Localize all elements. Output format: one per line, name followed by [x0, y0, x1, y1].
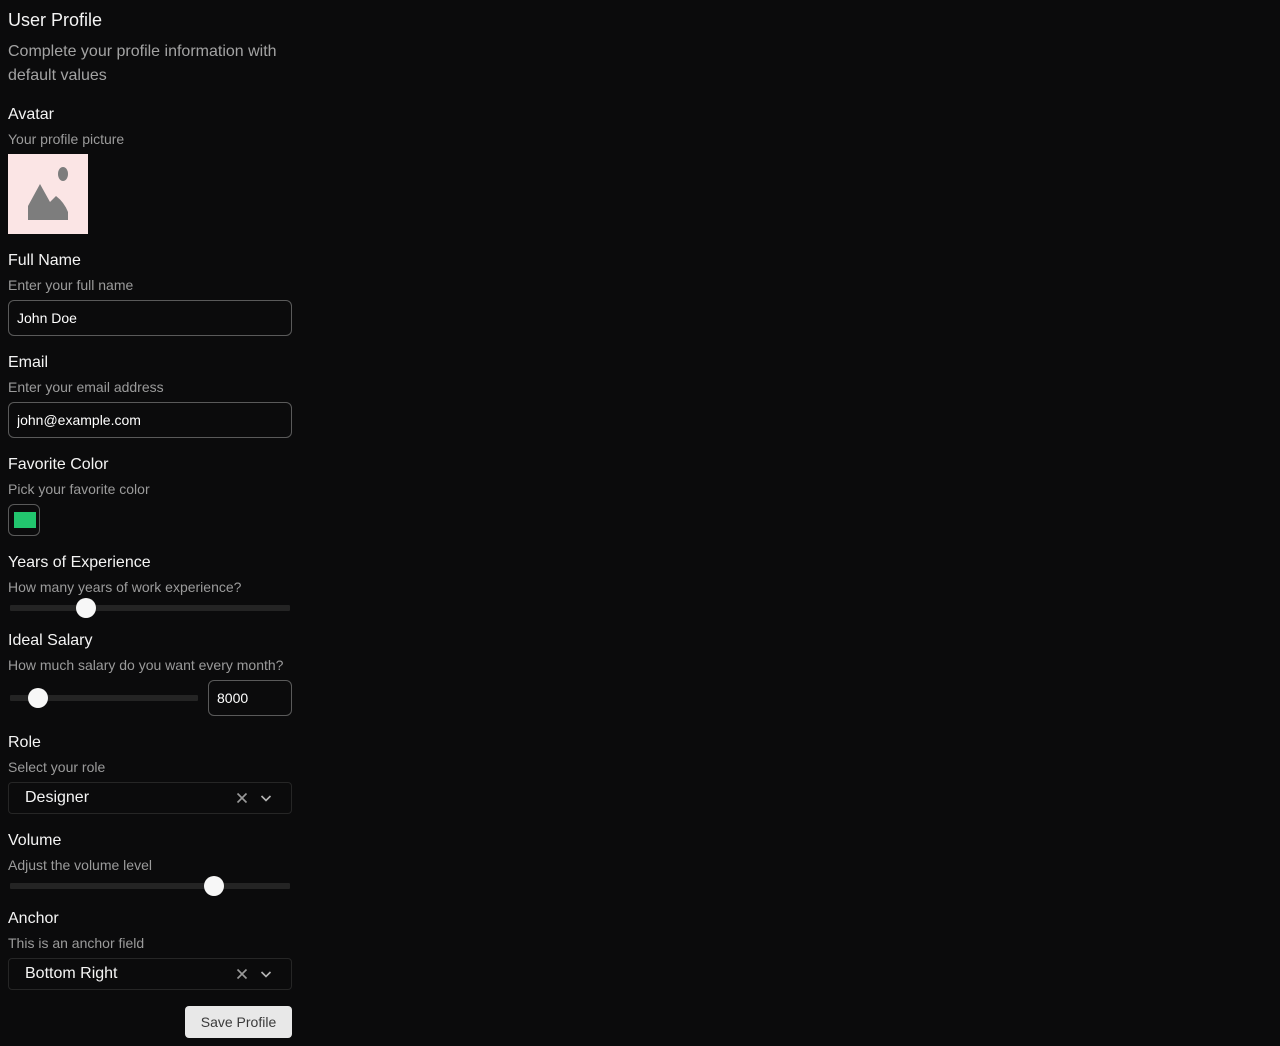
salary-slider[interactable] [10, 688, 198, 708]
chevron-down-icon[interactable] [259, 967, 273, 981]
experience-label: Years of Experience [8, 554, 151, 571]
role-label: Role [8, 734, 41, 751]
experience-slider-track[interactable] [10, 605, 290, 611]
avatar-label: Avatar [8, 106, 54, 123]
role-description: Select your role [8, 759, 106, 775]
volume-slider-thumb[interactable] [204, 876, 225, 896]
email-input[interactable] [8, 402, 292, 438]
save-profile-button[interactable]: Save Profile [185, 1006, 292, 1038]
favorite-color-description: Pick your favorite color [8, 481, 150, 497]
volume-slider[interactable] [10, 876, 290, 896]
anchor-select[interactable]: Bottom Right [8, 958, 292, 990]
salary-slider-thumb[interactable] [28, 688, 49, 708]
volume-label: Volume [8, 832, 62, 849]
color-picker[interactable] [8, 504, 40, 536]
anchor-select-value: Bottom Right [25, 965, 118, 982]
experience-slider-thumb[interactable] [75, 598, 96, 618]
color-swatch [14, 512, 36, 528]
full-name-input[interactable] [8, 300, 292, 336]
favorite-color-label: Favorite Color [8, 456, 109, 473]
role-select-value: Designer [25, 789, 90, 806]
close-icon[interactable] [235, 967, 249, 981]
email-description: Enter your email address [8, 379, 164, 395]
salary-number-input[interactable] [208, 680, 292, 716]
anchor-label: Anchor [8, 910, 59, 927]
avatar-description: Your profile picture [8, 131, 125, 147]
experience-slider[interactable] [10, 598, 290, 618]
salary-label: Ideal Salary [8, 632, 93, 649]
close-icon[interactable] [235, 791, 249, 805]
full-name-label: Full Name [8, 252, 81, 269]
volume-slider-track[interactable] [10, 883, 290, 889]
role-select[interactable]: Designer [8, 782, 292, 814]
full-name-description: Enter your full name [8, 277, 134, 293]
email-label: Email [8, 354, 49, 371]
anchor-description: This is an anchor field [8, 935, 145, 951]
chevron-down-icon[interactable] [259, 791, 273, 805]
form-subtitle: Complete your profile information with d… [8, 43, 277, 84]
form-title: User Profile [8, 10, 103, 30]
volume-description: Adjust the volume level [8, 857, 152, 873]
avatar-upload[interactable] [8, 154, 88, 234]
salary-description: How much salary do you want every month? [8, 657, 284, 673]
experience-description: How many years of work experience? [8, 579, 242, 595]
image-placeholder-icon [28, 167, 68, 220]
